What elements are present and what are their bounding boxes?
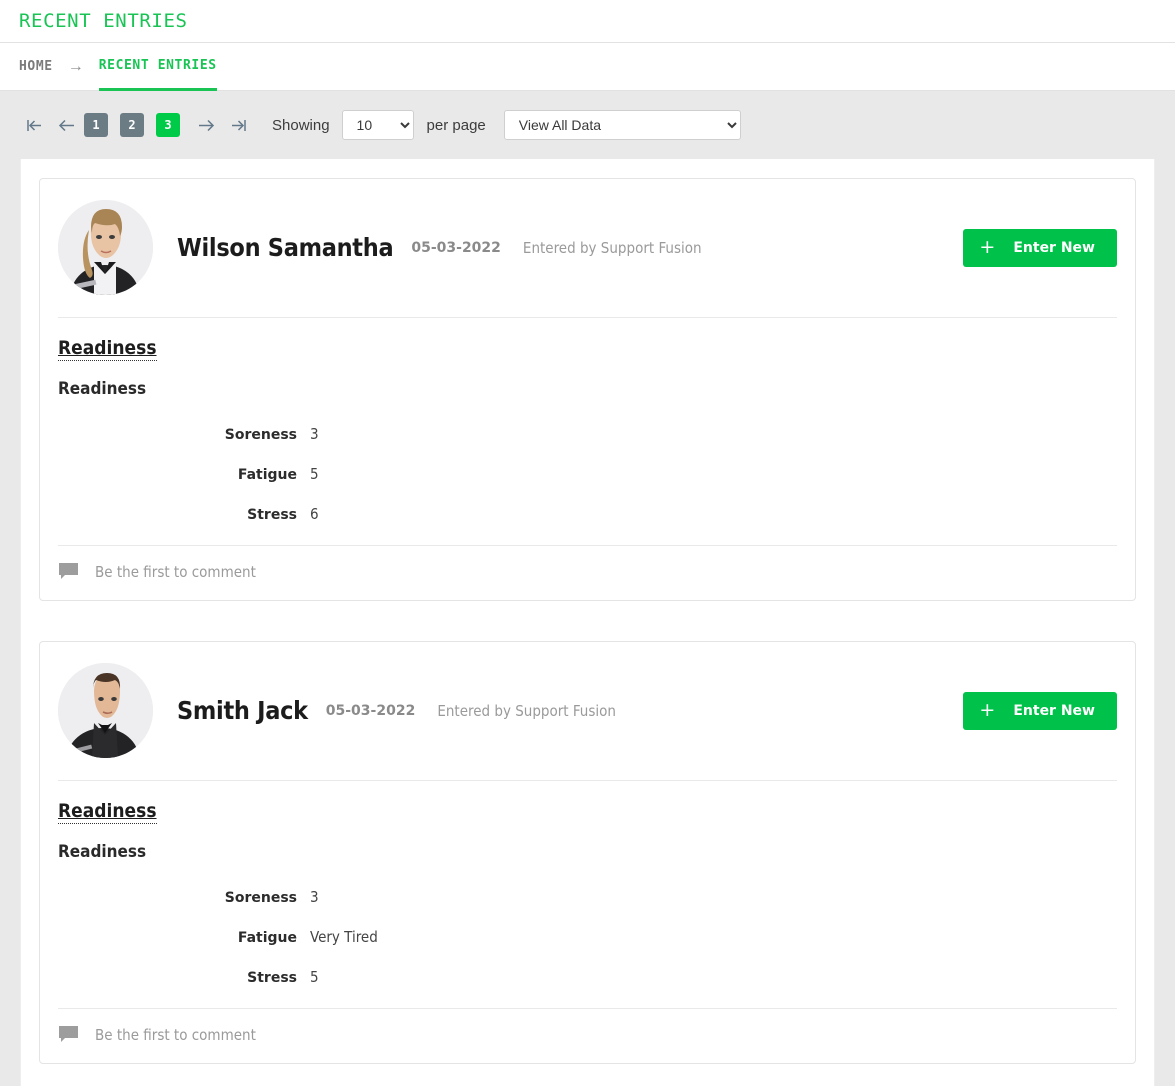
entry-header: Wilson Samantha 05-03-2022 Entered by Su… xyxy=(58,200,1117,317)
form-title: Readiness xyxy=(58,379,147,399)
form-title: Readiness xyxy=(58,842,147,862)
comment-bar[interactable]: Be the first to comment xyxy=(58,545,1117,600)
plus-icon: + xyxy=(979,236,996,258)
per-page-label: per page xyxy=(426,116,486,134)
entry-card: Smith Jack 05-03-2022 Entered by Support… xyxy=(39,641,1136,1064)
entry-entered-by: Entered by Support Fusion xyxy=(437,701,616,720)
entry-entered-by: Entered by Support Fusion xyxy=(522,238,702,257)
avatar xyxy=(58,200,153,295)
comment-placeholder: Be the first to comment xyxy=(95,563,256,581)
enter-new-button[interactable]: + Enter New xyxy=(963,228,1117,267)
metrics-list: Soreness 3 Fatigue 5 Stress 6 xyxy=(58,425,1117,523)
entry-athlete-name: Smith Jack xyxy=(177,696,308,725)
metric-value: 5 xyxy=(310,465,319,483)
metric-label: Fatigue xyxy=(237,467,297,483)
comment-bubble-icon[interactable] xyxy=(58,562,79,582)
section-title[interactable]: Readiness xyxy=(58,337,157,361)
metric-row: Stress 5 xyxy=(58,968,1117,986)
metric-row: Soreness 3 xyxy=(58,888,1117,906)
plus-icon: + xyxy=(979,699,996,721)
page-button-2[interactable]: 2 xyxy=(120,113,144,137)
metric-label: Soreness xyxy=(224,890,297,906)
metric-label: Stress xyxy=(247,507,297,523)
page-header: RECENT ENTRIES xyxy=(0,0,1175,43)
enter-new-button[interactable]: + Enter New xyxy=(963,691,1117,730)
metric-row: Fatigue 5 xyxy=(58,465,1117,483)
page-button-3[interactable]: 3 xyxy=(156,113,180,137)
metric-value: 6 xyxy=(310,505,319,523)
metric-row: Stress 6 xyxy=(58,505,1117,523)
comment-placeholder: Be the first to comment xyxy=(95,1026,256,1044)
entry-body: Readiness Readiness Soreness 3 Fatigue V… xyxy=(58,780,1117,986)
metric-value: 3 xyxy=(310,425,319,443)
page-button-1[interactable]: 1 xyxy=(84,113,108,137)
next-page-arrow-icon[interactable] xyxy=(192,111,220,139)
entry-date: 05-03-2022 xyxy=(325,702,416,719)
avatar xyxy=(58,663,153,758)
previous-page-arrow-icon[interactable] xyxy=(52,111,80,139)
section-title[interactable]: Readiness xyxy=(58,800,157,824)
last-page-arrow-icon[interactable] xyxy=(224,111,252,139)
comment-bar[interactable]: Be the first to comment xyxy=(58,1008,1117,1063)
pagination-toolbar: 1 2 3 Showing 10 per page View All Data xyxy=(0,91,1175,159)
metric-value: Very Tired xyxy=(310,928,378,946)
page-title: RECENT ENTRIES xyxy=(19,10,188,32)
breadcrumb-arrow-icon: → xyxy=(67,57,84,75)
enter-new-label: Enter New xyxy=(1013,702,1095,719)
view-data-select[interactable]: View All Data xyxy=(503,110,741,140)
entries-container: Wilson Samantha 05-03-2022 Entered by Su… xyxy=(20,159,1155,1086)
metric-value: 5 xyxy=(310,968,319,986)
breadcrumb-current: RECENT ENTRIES xyxy=(98,43,217,91)
entry-body: Readiness Readiness Soreness 3 Fatigue 5… xyxy=(58,317,1117,523)
entry-date: 05-03-2022 xyxy=(411,239,501,256)
entry-header: Smith Jack 05-03-2022 Entered by Support… xyxy=(58,663,1117,780)
breadcrumb-home-link[interactable]: HOME xyxy=(19,43,53,90)
enter-new-label: Enter New xyxy=(1013,239,1095,256)
first-page-arrow-icon[interactable] xyxy=(20,111,48,139)
breadcrumb: HOME → RECENT ENTRIES xyxy=(0,43,1175,91)
metric-value: 3 xyxy=(310,888,319,906)
entry-card: Wilson Samantha 05-03-2022 Entered by Su… xyxy=(39,178,1136,601)
metric-label: Stress xyxy=(247,970,297,986)
per-page-select[interactable]: 10 xyxy=(341,110,414,140)
comment-bubble-icon[interactable] xyxy=(58,1025,79,1045)
showing-label: Showing xyxy=(272,116,330,134)
pagination-controls: 1 2 3 xyxy=(20,111,256,139)
metric-row: Soreness 3 xyxy=(58,425,1117,443)
metrics-list: Soreness 3 Fatigue Very Tired Stress 5 xyxy=(58,888,1117,986)
metric-label: Fatigue xyxy=(237,930,297,946)
entry-athlete-name: Wilson Samantha xyxy=(177,233,394,262)
metric-row: Fatigue Very Tired xyxy=(58,928,1117,946)
metric-label: Soreness xyxy=(224,427,297,443)
